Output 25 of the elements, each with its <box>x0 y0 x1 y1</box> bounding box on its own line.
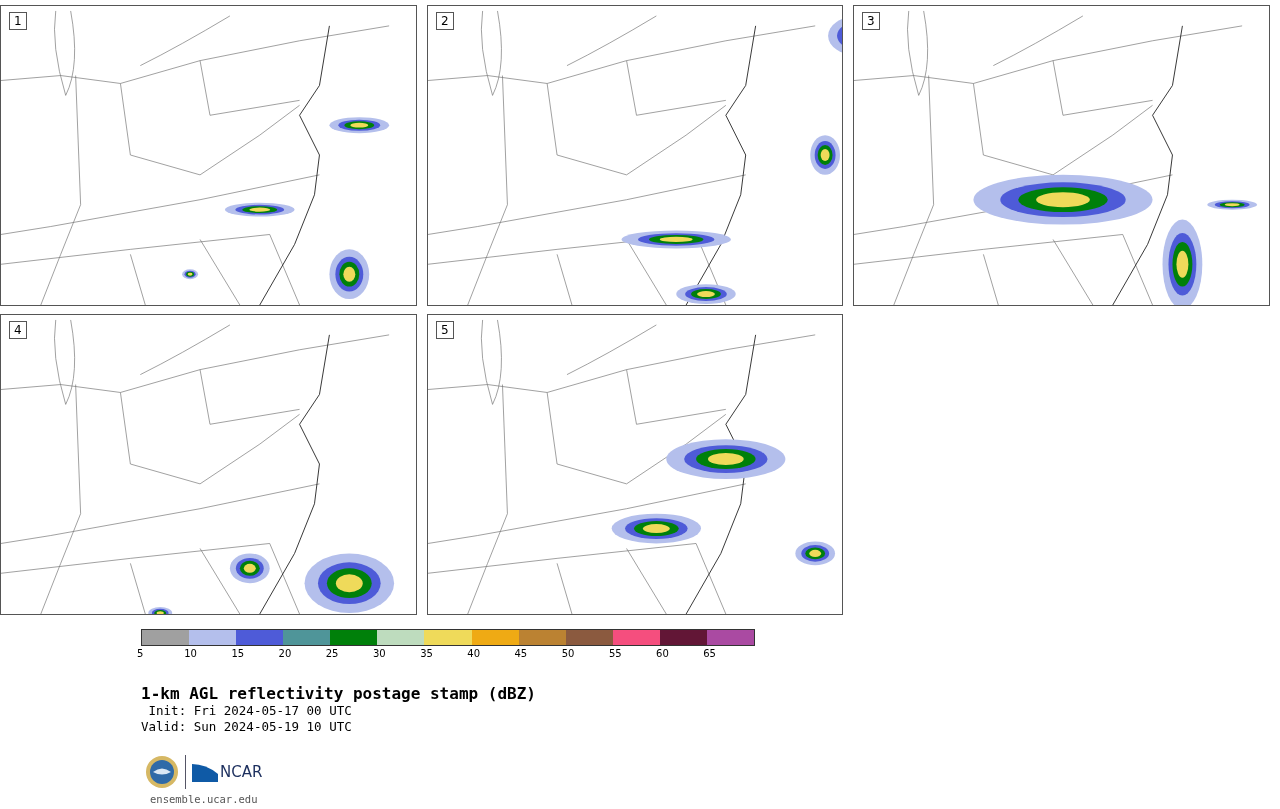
tick-label: 5 <box>137 648 145 661</box>
tick-label: 40 <box>467 648 482 661</box>
panel-number: 5 <box>436 321 454 339</box>
panel-number: 1 <box>9 12 27 30</box>
tick-label: 30 <box>372 648 387 661</box>
panel-number: 4 <box>9 321 27 339</box>
panel-number: 2 <box>436 12 454 30</box>
tick-label: 10 <box>184 648 198 661</box>
tick-label: 65 <box>703 648 717 661</box>
tick-label: 15 <box>231 648 246 661</box>
tick-label: 45 <box>514 648 529 661</box>
chart-title: 1-km AGL reflectivity postage stamp (dBZ) <box>141 684 537 703</box>
url-text: ensemble.ucar.edu <box>150 793 259 805</box>
tick-label: 20 <box>278 648 293 661</box>
logo-text: NCAR <box>220 763 263 781</box>
tick-label: 50 <box>561 648 576 661</box>
tick-label: 35 <box>420 648 434 661</box>
valid-time: Valid: Sun 2024-05-19 10 UTC <box>141 719 353 735</box>
tick-label: 60 <box>656 648 670 661</box>
tick-label: 25 <box>325 648 340 661</box>
seal-icon <box>145 755 179 789</box>
swoosh-icon <box>192 762 218 782</box>
init-time: Init: Fri 2024-05-17 00 UTC <box>147 703 353 719</box>
panel-number: 3 <box>862 12 880 30</box>
tick-label: 55 <box>608 648 623 661</box>
